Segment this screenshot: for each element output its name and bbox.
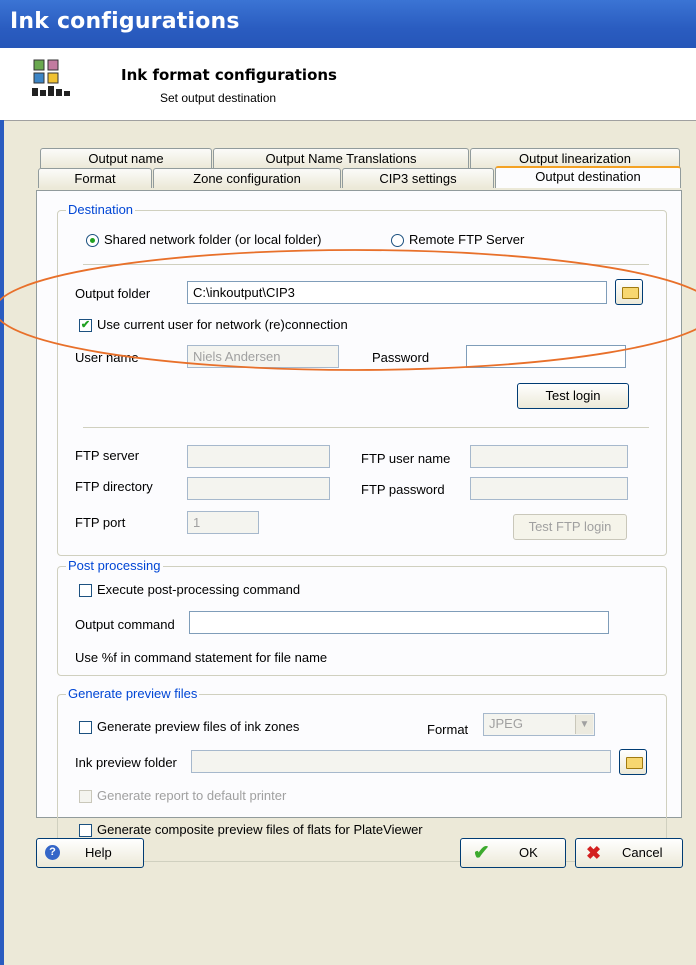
ftp-password-label: FTP password — [361, 482, 445, 497]
separator-line — [83, 264, 649, 265]
tab-output-name[interactable]: Output name — [40, 148, 212, 168]
folder-icon — [622, 287, 639, 299]
ink-configurations-window: Ink configurations Ink format configurat… — [0, 0, 696, 965]
chevron-down-icon[interactable]: ▼ — [575, 715, 593, 734]
ftp-server-input[interactable] — [187, 445, 330, 468]
tab-output-destination[interactable]: Output destination — [495, 166, 681, 188]
tab-cip3-settings[interactable]: CIP3 settings — [342, 168, 494, 188]
ftp-password-input[interactable] — [470, 477, 628, 500]
ftp-port-label: FTP port — [75, 515, 126, 530]
post-processing-hint: Use %f in command statement for file nam… — [75, 650, 328, 665]
output-folder-label: Output folder — [75, 286, 151, 301]
help-label: Help — [85, 845, 112, 860]
test-ftp-login-button[interactable]: Test FTP login — [513, 514, 627, 540]
use-current-user-label[interactable]: Use current user for network (re)connect… — [97, 317, 348, 332]
header-title: Ink format configurations — [121, 66, 337, 84]
format-label: Format — [427, 722, 469, 737]
generate-composite-checkbox[interactable] — [79, 824, 92, 837]
ok-label: OK — [519, 845, 538, 860]
radio-remote-ftp[interactable] — [391, 234, 404, 247]
ftp-directory-input[interactable] — [187, 477, 330, 500]
ftp-user-name-label: FTP user name — [361, 451, 451, 466]
browse-ink-preview-folder-button[interactable] — [619, 749, 647, 775]
title-bar: Ink configurations — [0, 0, 696, 48]
password-input[interactable] — [466, 345, 626, 368]
use-current-user-checkbox[interactable]: ✔ — [79, 319, 92, 332]
ftp-server-label: FTP server — [75, 448, 140, 463]
help-icon: ? — [45, 845, 60, 860]
output-destination-panel: Destination Shared network folder (or lo… — [36, 190, 682, 862]
user-name-label: User name — [75, 350, 139, 365]
window-left-border — [0, 120, 4, 965]
header-subtitle: Set output destination — [160, 91, 277, 105]
execute-post-processing-label[interactable]: Execute post-processing command — [97, 582, 300, 597]
ftp-user-name-input[interactable] — [470, 445, 628, 468]
password-label: Password — [372, 350, 430, 365]
checkmark-icon: ✔ — [473, 842, 490, 864]
tab-zone-configuration[interactable]: Zone configuration — [153, 168, 341, 188]
tab-output-linearization[interactable]: Output linearization — [470, 148, 680, 168]
cancel-x-icon: ✖ — [586, 843, 602, 863]
tab-output-name-translations[interactable]: Output Name Translations — [213, 148, 469, 168]
separator-line — [83, 427, 649, 428]
help-button[interactable]: ? Help — [36, 838, 144, 868]
cancel-label: Cancel — [622, 845, 663, 860]
preview-files-group-title: Generate preview files — [66, 686, 200, 701]
format-select-value: JPEG — [489, 716, 523, 731]
execute-post-processing-checkbox[interactable] — [79, 584, 92, 597]
ink-configuration-icon — [32, 59, 70, 96]
radio-shared-folder-label[interactable]: Shared network folder (or local folder) — [104, 232, 322, 247]
user-name-input[interactable] — [187, 345, 339, 368]
radio-remote-ftp-label[interactable]: Remote FTP Server — [409, 232, 524, 247]
ink-preview-folder-input[interactable] — [191, 750, 611, 773]
test-login-button[interactable]: Test login — [517, 383, 629, 409]
dialog-header: Ink format configurations Set output des… — [0, 48, 696, 121]
generate-composite-label[interactable]: Generate composite preview files of flat… — [97, 822, 423, 837]
tab-format[interactable]: Format — [38, 168, 152, 188]
post-processing-group-title: Post processing — [66, 558, 163, 573]
output-command-label: Output command — [75, 617, 175, 632]
browse-output-folder-button[interactable] — [615, 279, 643, 305]
format-select[interactable]: JPEG ▼ — [483, 713, 595, 736]
radio-shared-folder[interactable] — [86, 234, 99, 247]
generate-report-label[interactable]: Generate report to default printer — [97, 788, 286, 803]
ok-button[interactable]: ✔ OK — [460, 838, 566, 868]
generate-preview-label[interactable]: Generate preview files of ink zones — [97, 719, 299, 734]
generate-report-checkbox[interactable] — [79, 790, 92, 803]
output-command-input[interactable] — [189, 611, 609, 634]
cancel-button[interactable]: ✖ Cancel — [575, 838, 683, 868]
ftp-port-input[interactable] — [187, 511, 259, 534]
generate-preview-checkbox[interactable] — [79, 721, 92, 734]
output-folder-input[interactable] — [187, 281, 607, 304]
destination-group-title: Destination — [66, 202, 136, 217]
ink-preview-folder-label: Ink preview folder — [75, 755, 177, 770]
ftp-directory-label: FTP directory — [75, 479, 153, 494]
folder-icon — [626, 757, 643, 769]
window-title: Ink configurations — [10, 9, 240, 34]
